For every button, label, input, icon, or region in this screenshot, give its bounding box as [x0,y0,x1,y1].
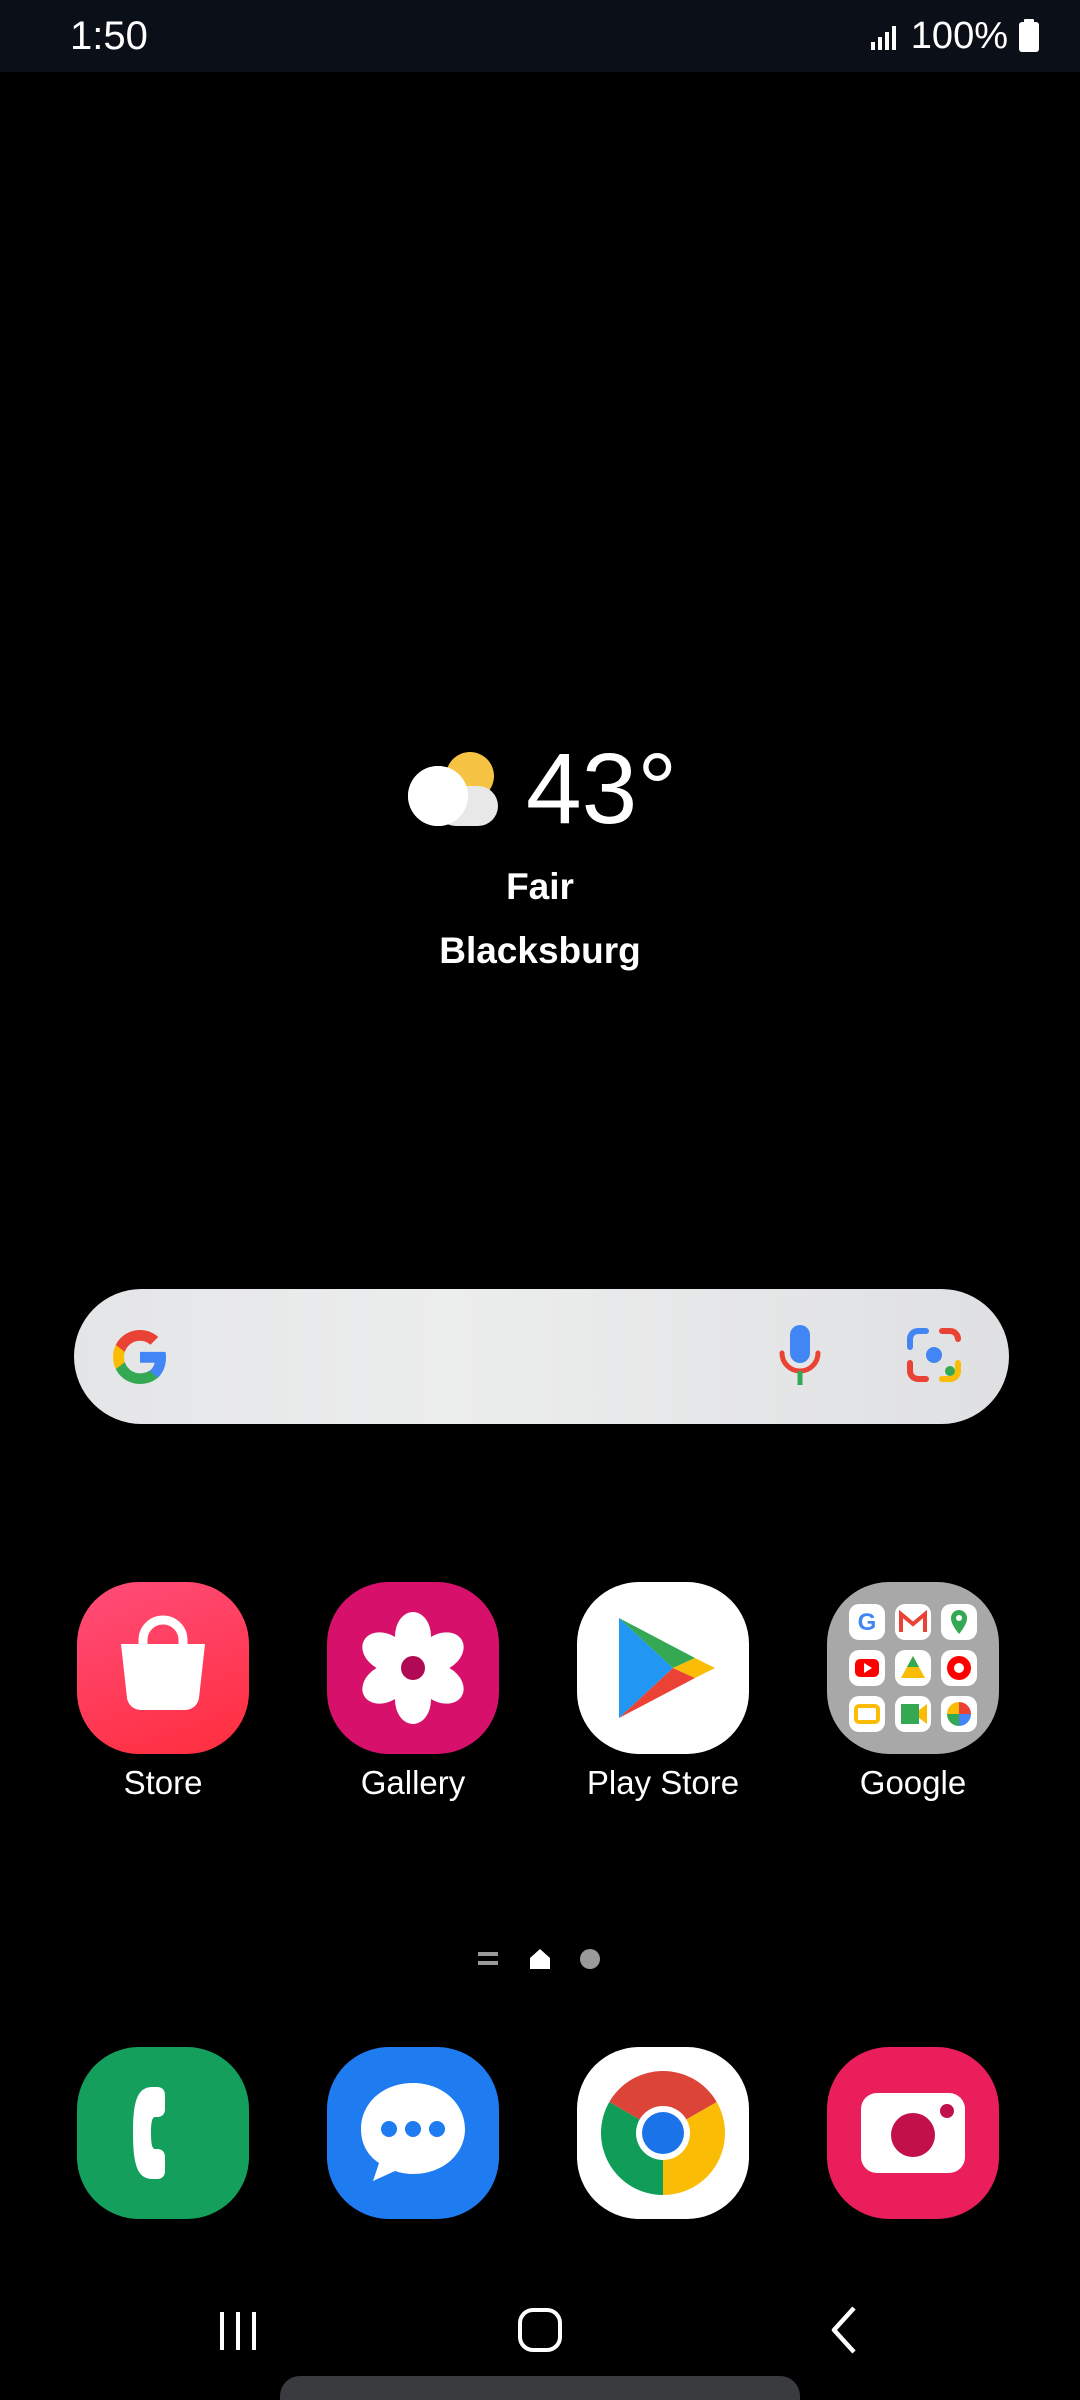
home-page-indicator [530,1949,550,1969]
app-label: Store [123,1764,203,1801]
google-folder-icon: G [827,1582,999,1754]
dock-chrome[interactable] [540,2047,790,2227]
dock-camera[interactable] [790,2047,1040,2227]
weather-temperature: 43° [526,733,678,845]
gallery-flower-icon [327,1582,499,1754]
google-g-icon [113,1330,166,1384]
messages-icon [327,2047,499,2219]
app-label: Google [859,1764,967,1801]
weather-widget[interactable]: 43° Fair Blacksburg [0,734,1080,980]
recents-button[interactable] [178,2290,298,2370]
phone-icon [77,2047,249,2219]
partly-cloudy-icon [408,752,498,826]
dock-messages[interactable] [290,2047,540,2227]
back-icon [831,2306,856,2354]
microphone-icon[interactable] [772,1323,828,1391]
weather-condition: Fair [506,866,574,907]
recents-icon [220,2312,256,2350]
page-dot [580,1949,600,1969]
home-button[interactable] [480,2290,600,2370]
app-play-store[interactable]: Play Store [540,1582,790,1832]
google-search-bar[interactable] [74,1289,1009,1424]
signal-icon [870,26,896,50]
dock-phone[interactable] [40,2047,290,2227]
app-label: Play Store [586,1764,740,1801]
google-lens-icon[interactable] [904,1325,964,1385]
play-store-icon [577,1582,749,1754]
galaxy-store-icon [77,1582,249,1754]
page-indicators[interactable] [478,1944,602,1974]
battery-percentage: 100% [910,14,1008,57]
app-store[interactable]: Store [40,1582,290,1832]
status-icons: 100% [870,14,1040,58]
navigation-bar [0,2290,1080,2370]
app-google-folder[interactable]: G Google [790,1582,1040,1832]
status-bar: 1:50 100% [0,0,1080,72]
weather-location: Blacksburg [439,930,641,971]
chrome-icon [577,2047,749,2219]
app-gallery[interactable]: Gallery [290,1582,540,1832]
battery-icon [1019,19,1039,52]
status-time: 1:50 [70,14,148,58]
svg-text:G: G [858,1609,877,1636]
back-button[interactable] [784,2290,904,2370]
camera-icon [827,2047,999,2219]
gesture-handle[interactable] [280,2376,800,2400]
home-icon [518,2308,562,2352]
menu-page-indicator [478,1952,498,1965]
app-label: Gallery [360,1764,466,1801]
